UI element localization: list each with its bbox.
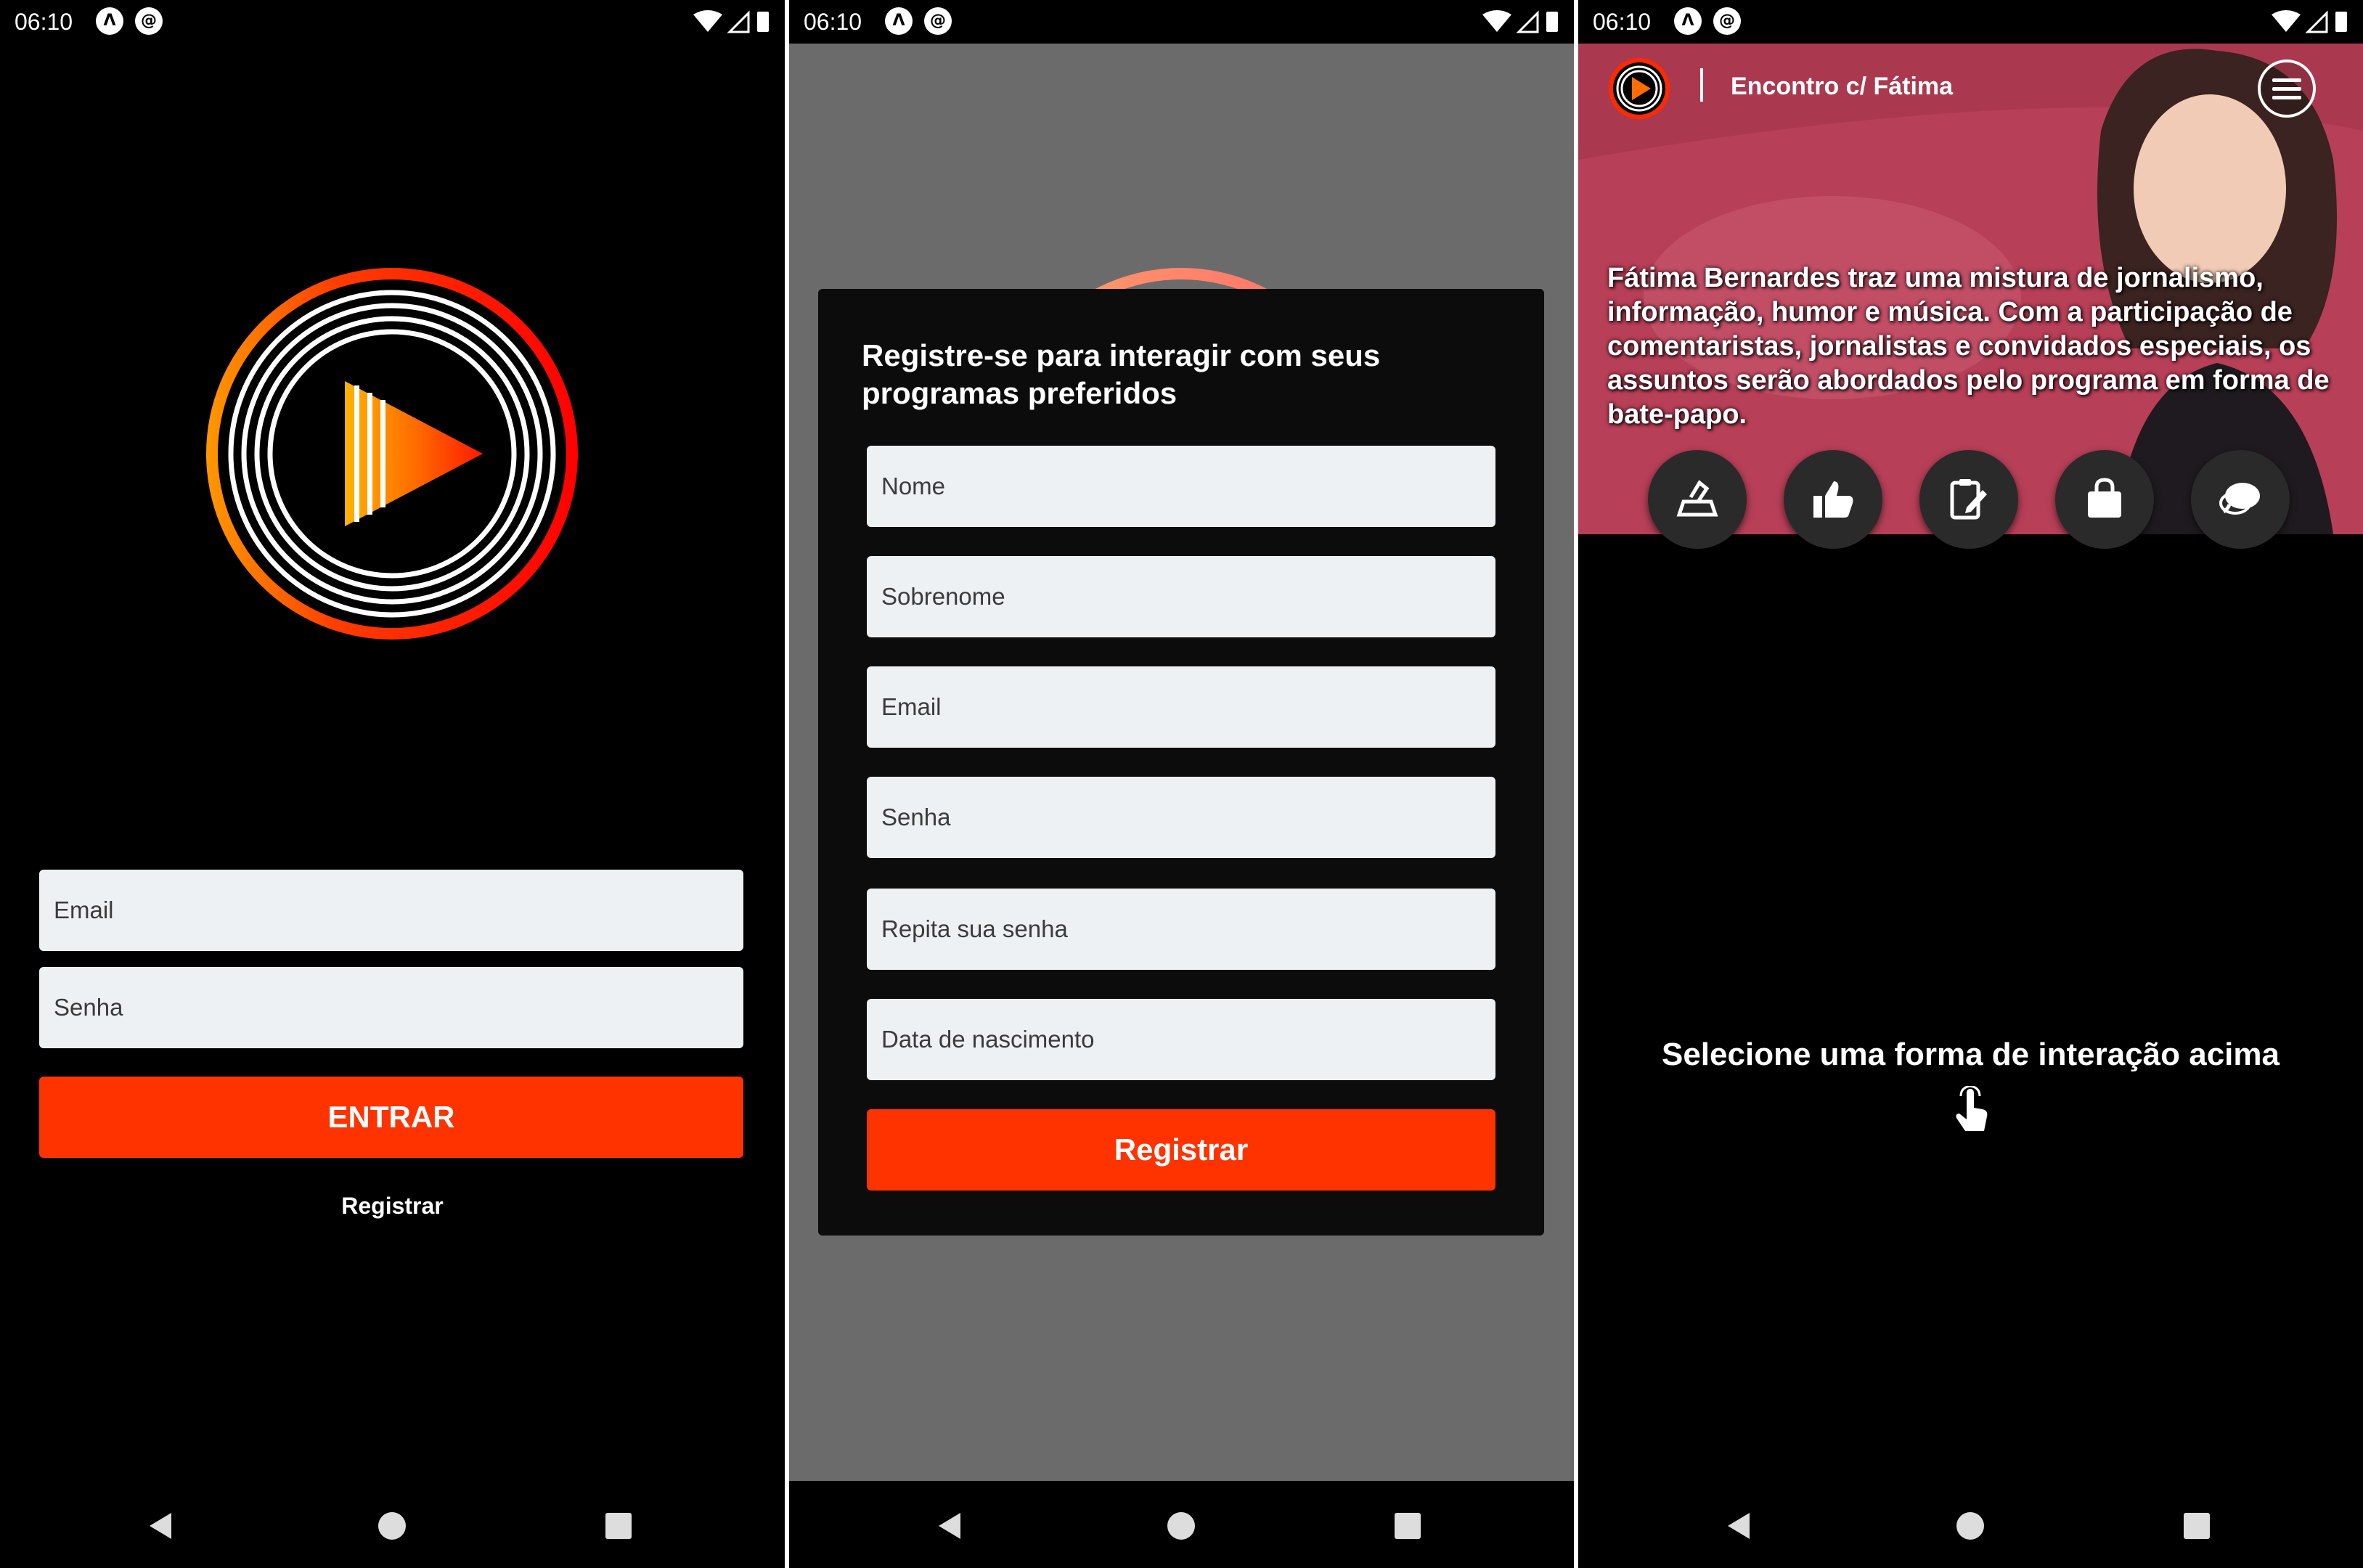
- status-time: 06:10: [804, 9, 862, 35]
- password-field[interactable]: Senha: [39, 967, 743, 1048]
- status-bar: 06:10 Λ @: [1578, 0, 2363, 44]
- register-dialog: Registre-se para interagir com seus prog…: [818, 289, 1544, 1236]
- back-icon[interactable]: [934, 1510, 966, 1542]
- survey-icon: [1950, 479, 1987, 520]
- home-icon[interactable]: [376, 1510, 408, 1542]
- email-field[interactable]: Email: [867, 666, 1495, 748]
- vote-button[interactable]: [1648, 450, 1747, 549]
- register-screen: 06:10 Λ @ Registrar Regi: [789, 0, 1574, 1568]
- status-bar: 06:10 Λ @: [0, 0, 785, 44]
- system-nav-bar: [1578, 1481, 2363, 1568]
- register-submit-button[interactable]: Registrar: [867, 1109, 1495, 1191]
- register-link[interactable]: Registrar: [0, 1193, 785, 1220]
- wifi-signal-battery-icon: [2272, 10, 2347, 33]
- register-dialog-title: Registre-se para interagir com seus prog…: [862, 338, 1381, 410]
- back-icon[interactable]: [145, 1510, 177, 1542]
- sync-notification-icon: @: [1713, 7, 1741, 35]
- status-indicators: [2270, 9, 2350, 38]
- vote-icon: [1676, 480, 1718, 517]
- wifi-signal-battery-icon: [1482, 10, 1558, 33]
- chat-button[interactable]: [2191, 450, 2290, 549]
- shopping-bag-icon: [2088, 478, 2121, 518]
- chat-icon: [2219, 483, 2260, 515]
- status-bar: 06:10 Λ @: [789, 0, 1574, 44]
- sync-notification-icon: @: [135, 7, 163, 35]
- login-screen: 06:10 Λ @ Email Senha ENTRAR Registrar: [0, 0, 785, 1568]
- confirm-password-field[interactable]: Repita sua senha: [867, 889, 1495, 970]
- recents-icon[interactable]: [603, 1510, 634, 1542]
- home-icon[interactable]: [1165, 1510, 1197, 1542]
- status-indicators: [1481, 9, 1561, 38]
- tap-hand-icon: [1956, 1086, 1988, 1131]
- email-field[interactable]: Email: [39, 870, 743, 951]
- interaction-prompt: Selecione uma forma de interação acima: [1661, 1037, 2280, 1072]
- app-notification-icon: Λ: [1674, 7, 1702, 35]
- program-title: Encontro c/ Fátima: [1731, 73, 1954, 100]
- menu-icon[interactable]: [2256, 58, 2317, 119]
- status-time: 06:10: [1593, 9, 1652, 35]
- shop-button[interactable]: [2055, 450, 2154, 549]
- app-logo: [206, 268, 578, 640]
- app-notification-icon: Λ: [96, 7, 123, 35]
- program-description: Fátima Bernardes traz uma mistura de jor…: [1607, 263, 2330, 430]
- survey-button[interactable]: [1919, 450, 2018, 549]
- program-screen: 06:10 Λ @ Fátima Bernardes traz uma mist…: [1578, 0, 2363, 1568]
- home-icon[interactable]: [1954, 1510, 1986, 1542]
- password-field[interactable]: Senha: [867, 777, 1495, 858]
- status-time: 06:10: [15, 9, 73, 35]
- enter-button[interactable]: ENTRAR: [39, 1077, 743, 1158]
- system-nav-bar: [0, 1481, 785, 1568]
- like-icon: [1813, 481, 1853, 518]
- back-icon[interactable]: [1723, 1510, 1755, 1542]
- birthdate-field[interactable]: Data de nascimento: [867, 999, 1495, 1080]
- header-divider: [1700, 68, 1703, 102]
- sync-notification-icon: @: [924, 7, 952, 35]
- recents-icon[interactable]: [1392, 1510, 1424, 1542]
- like-button[interactable]: [1784, 450, 1882, 549]
- system-nav-bar: [789, 1481, 1574, 1568]
- recents-icon[interactable]: [2181, 1510, 2213, 1542]
- wifi-signal-battery-icon: [693, 10, 769, 33]
- app-logo-small[interactable]: [1607, 57, 1671, 121]
- first-name-field[interactable]: Nome: [867, 446, 1495, 527]
- last-name-field[interactable]: Sobrenome: [867, 556, 1495, 637]
- status-indicators: [692, 9, 772, 38]
- app-notification-icon: Λ: [885, 7, 913, 35]
